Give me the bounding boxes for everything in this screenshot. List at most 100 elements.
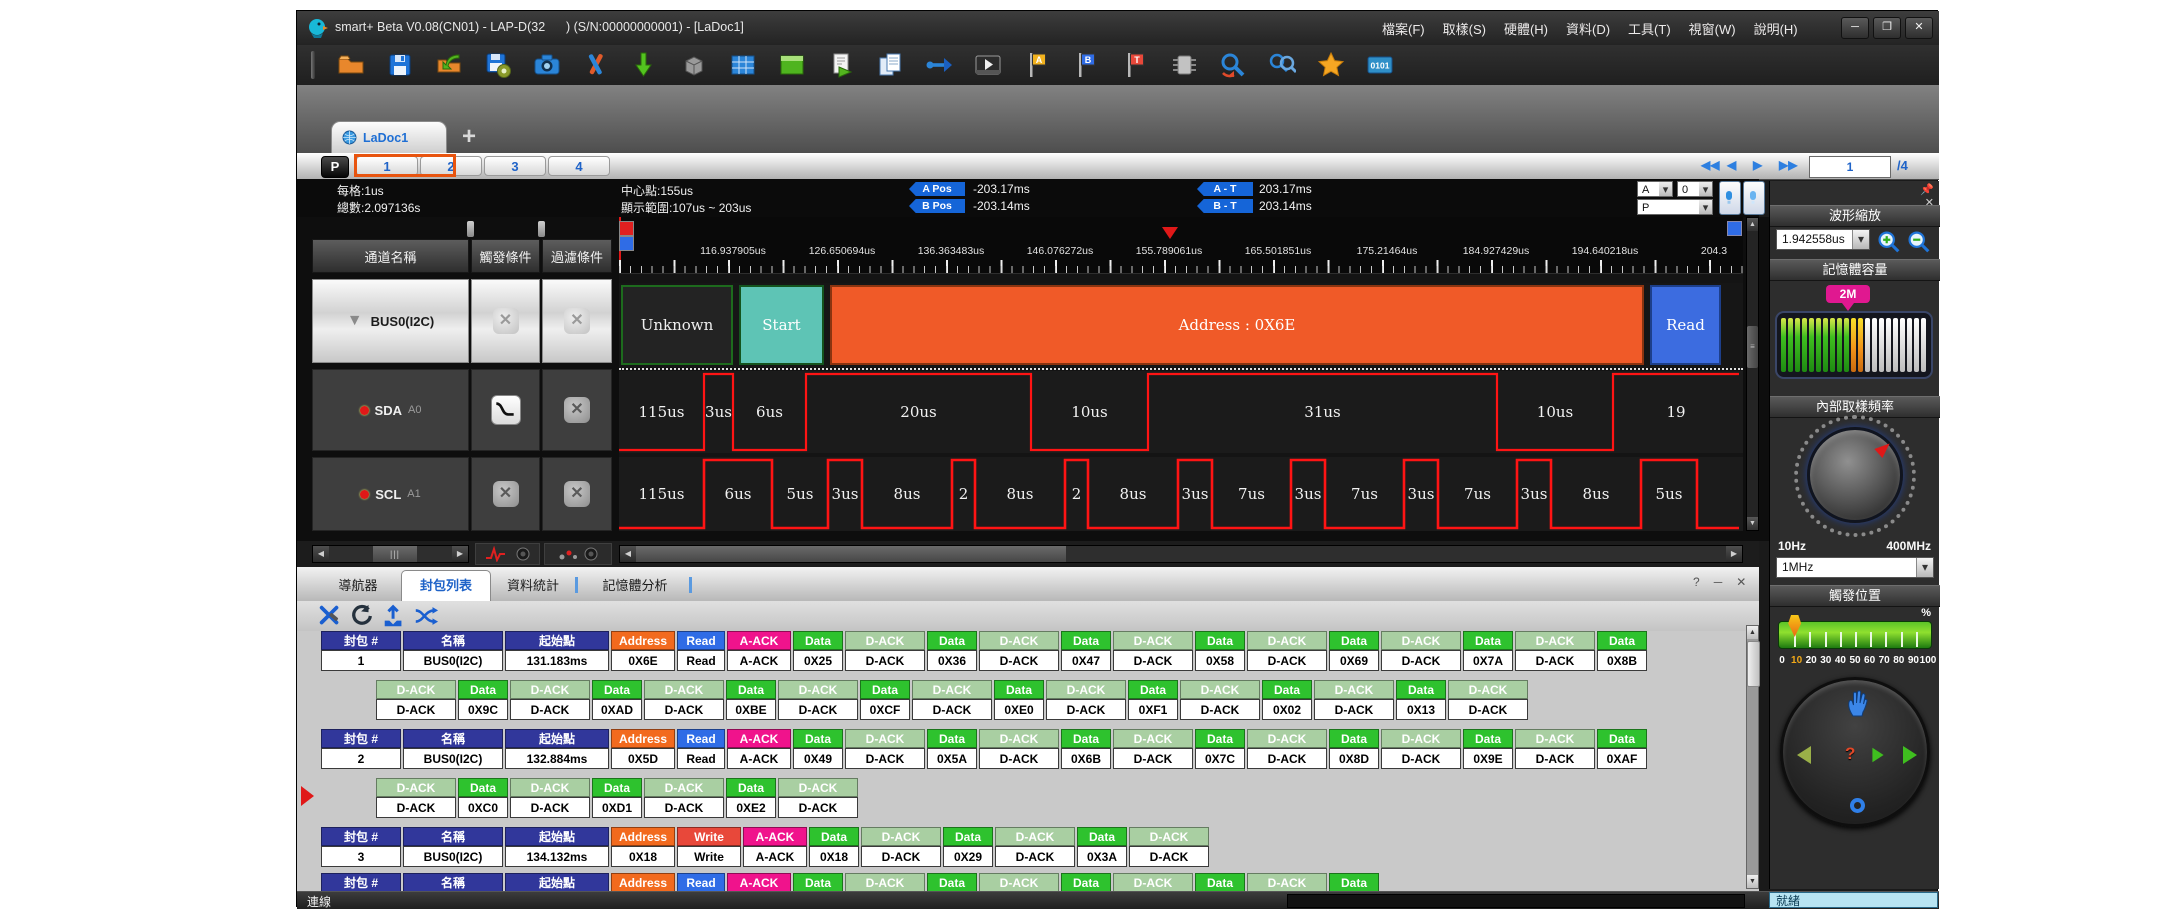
marker-right-flag-icon[interactable]	[1727, 221, 1742, 236]
flag-a-icon[interactable]: A	[1023, 51, 1051, 79]
channel-grid-icon[interactable]	[729, 51, 757, 79]
packet-value-cell[interactable]: 0X58	[1195, 650, 1245, 671]
marker-index-select[interactable]: 0	[1677, 181, 1713, 197]
packet-value-cell[interactable]: 0X69	[1329, 650, 1379, 671]
shuffle-icon[interactable]	[413, 603, 439, 629]
analysis-window-icon[interactable]	[778, 51, 806, 79]
column-header-trigger[interactable]: 觸發條件	[471, 239, 540, 273]
pin-icon[interactable]: 📌✕	[1908, 183, 1938, 199]
packet-value-cell[interactable]: D-ACK	[778, 699, 858, 720]
pan-left-icon[interactable]	[1797, 746, 1811, 764]
packet-value-cell[interactable]: D-ACK	[845, 650, 925, 671]
packet-value-cell[interactable]: 0X5A	[927, 748, 977, 769]
packet-value-cell[interactable]: BUS0(I2C)	[403, 748, 503, 769]
packet-value-cell[interactable]: Read	[677, 748, 725, 769]
page-button-3[interactable]: 3	[484, 156, 546, 176]
goto-marker-b-button[interactable]	[1743, 181, 1765, 215]
packet-value-cell[interactable]: 0X7A	[1463, 650, 1513, 671]
bus-segment-unknown[interactable]: Unknown	[621, 285, 733, 365]
scroll-left-icon[interactable]: ◀	[313, 546, 329, 562]
packet-value-cell[interactable]: D-ACK	[845, 748, 925, 769]
packet-value-cell[interactable]: 0X8B	[1597, 650, 1647, 671]
page-p-button[interactable]: P	[321, 156, 349, 178]
packet-value-cell[interactable]: D-ACK	[1381, 748, 1461, 769]
trigger-marker-icon[interactable]	[1788, 615, 1801, 637]
sda-filter-cell[interactable]: ✕	[542, 369, 612, 451]
packet-value-cell[interactable]: Write	[677, 846, 741, 867]
add-tab-button[interactable]: +	[455, 125, 483, 151]
packet-value-cell[interactable]: 131.183ms	[505, 650, 609, 671]
sample-rate-knob[interactable]	[1770, 419, 1940, 539]
memory-icon[interactable]	[680, 51, 708, 79]
menu-tools[interactable]: 工具(T)	[1621, 16, 1678, 41]
packet-value-cell[interactable]: D-ACK	[995, 846, 1075, 867]
help-question-icon[interactable]: ?	[1845, 744, 1855, 764]
packet-value-cell[interactable]: D-ACK	[1448, 699, 1528, 720]
menu-data[interactable]: 資料(D)	[1559, 16, 1617, 41]
first-page-button[interactable]: ◀◀	[1701, 158, 1719, 172]
save-file-icon[interactable]	[386, 51, 414, 79]
packet-value-cell[interactable]: D-ACK	[861, 846, 941, 867]
sda-waveform-row[interactable]: 115us3us6us20us10us31us10us19	[619, 371, 1743, 453]
media-player-icon[interactable]	[974, 51, 1002, 79]
sampling-icon[interactable]	[631, 51, 659, 79]
channel-panel-scrollbar[interactable]: ◀ ||| ▶	[312, 545, 469, 563]
open-file-icon[interactable]	[337, 51, 365, 79]
next-page-button[interactable]: ▶	[1753, 158, 1762, 172]
filter-none-icon[interactable]: ✕	[564, 308, 590, 334]
tab-packet-list[interactable]: 封包列表	[401, 570, 491, 602]
packet-value-cell[interactable]: 132.884ms	[505, 748, 609, 769]
packet-value-cell[interactable]: 134.132ms	[505, 846, 609, 867]
bus-segment-start[interactable]: Start	[739, 285, 824, 365]
zoom-in-icon[interactable]	[1876, 229, 1901, 254]
prev-page-button[interactable]: ◀	[1727, 158, 1736, 172]
goto-marker-a-button[interactable]	[1719, 181, 1741, 215]
sda-trigger-cell[interactable]	[471, 369, 540, 451]
packet-value-cell[interactable]: D-ACK	[1314, 699, 1394, 720]
close-icon[interactable]: ✕	[1905, 17, 1933, 39]
menu-hardware[interactable]: 硬體(H)	[1497, 16, 1555, 41]
packet-value-cell[interactable]: 3	[321, 846, 401, 867]
screenshot-icon[interactable]	[533, 51, 561, 79]
waveform-vertical-scrollbar[interactable]: ▲ ≡ ▼	[1746, 217, 1759, 531]
scroll-down-icon[interactable]: ▼	[1747, 875, 1758, 888]
packet-value-cell[interactable]: D-ACK	[1381, 650, 1461, 671]
packet-value-cell[interactable]: D-ACK	[376, 699, 456, 720]
save-as-icon[interactable]	[484, 51, 512, 79]
page-button-4[interactable]: 4	[548, 156, 610, 176]
tab-data-statistics[interactable]: 資料統計	[497, 573, 569, 599]
packet-value-cell[interactable]: 0X29	[943, 846, 993, 867]
scroll-down-icon[interactable]: ▼	[1747, 517, 1758, 530]
packet-value-cell[interactable]: 0XAD	[592, 699, 642, 720]
scroll-right-icon[interactable]: ▶	[1726, 546, 1742, 562]
knob-dial[interactable]	[1807, 427, 1903, 523]
menu-help[interactable]: 說明(H)	[1747, 16, 1805, 41]
trigger-preview-box[interactable]	[475, 543, 540, 565]
bus-segment-read[interactable]: Read	[1650, 285, 1721, 365]
scl-trigger-cell[interactable]: ✕	[471, 457, 540, 531]
marker-select[interactable]: A	[1637, 181, 1673, 197]
packet-row[interactable]: 封包 #名稱起始點AddressReadA-ACKDataD-ACKDataD-…	[321, 631, 1649, 671]
packet-value-cell[interactable]: 0X7C	[1195, 748, 1245, 769]
packet-value-cell[interactable]: BUS0(I2C)	[403, 650, 503, 671]
marker-b-flag-icon[interactable]	[619, 236, 634, 251]
packet-value-cell[interactable]: 0X5D	[611, 748, 675, 769]
memory-capacity-meter[interactable]	[1775, 311, 1933, 379]
scrollbar-thumb[interactable]: |||	[373, 546, 417, 562]
packet-value-cell[interactable]: D-ACK	[979, 650, 1059, 671]
packet-value-cell[interactable]: D-ACK	[510, 797, 590, 818]
packet-value-cell[interactable]: D-ACK	[1129, 846, 1209, 867]
tab-navigator[interactable]: 導航器	[326, 573, 390, 599]
packet-row[interactable]: D-ACKDataD-ACKDataD-ACKDataD-ACKD-ACK0XC…	[376, 778, 860, 818]
packet-value-cell[interactable]: D-ACK	[510, 699, 590, 720]
packet-value-cell[interactable]: 0X8D	[1329, 748, 1379, 769]
settings-tools-icon[interactable]	[582, 51, 610, 79]
packet-value-cell[interactable]: 0X36	[927, 650, 977, 671]
falling-edge-icon[interactable]	[491, 395, 521, 425]
minimize-icon[interactable]: ─	[1841, 17, 1869, 39]
marker-page-select[interactable]: P	[1637, 199, 1713, 215]
packet-value-cell[interactable]: D-ACK	[778, 797, 858, 818]
packet-value-cell[interactable]: 0XC0	[458, 797, 508, 818]
export-doc-icon[interactable]	[827, 51, 855, 79]
packet-value-cell[interactable]: Read	[677, 650, 725, 671]
